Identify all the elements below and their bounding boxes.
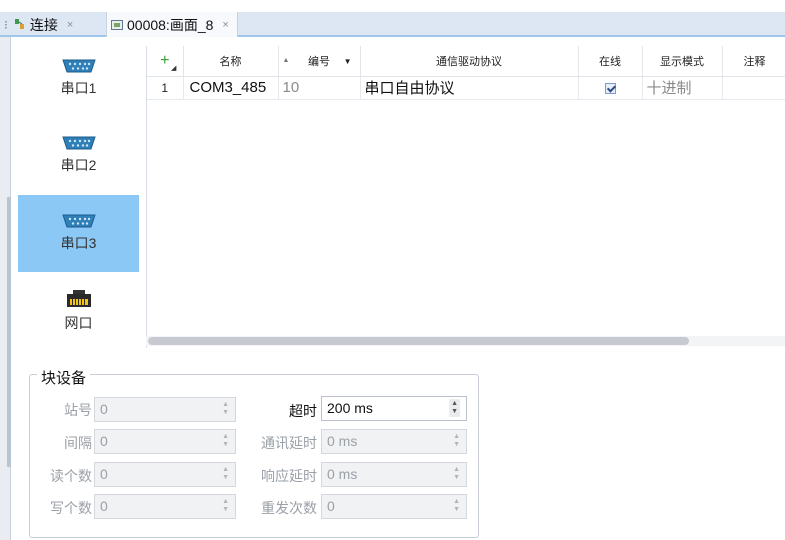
station-label: 站号 (64, 402, 92, 418)
spinner-arrows-icon: ▲ ▼ (222, 401, 229, 416)
comm-delay-field: 0 ms ▲ ▼ (321, 429, 467, 454)
write-count-label: 写个数 (50, 500, 92, 516)
spinner-arrows-icon: ▲ ▼ (453, 433, 460, 448)
block-device-title: 块设备 (37, 367, 91, 388)
serial-port-icon (61, 214, 96, 228)
interval-label: 间隔 (64, 435, 92, 451)
cell-note[interactable] (722, 76, 785, 100)
sidebar-item-ethernet[interactable]: 网口 (18, 272, 139, 349)
spinner-arrows-icon[interactable]: ▲ ▼ (449, 399, 460, 417)
spinner-arrows-icon: ▲ ▼ (222, 498, 229, 513)
timeout-label: 超时 (289, 403, 317, 419)
spinner-arrows-icon: ▲ ▼ (222, 433, 229, 448)
plug-icon (14, 19, 24, 29)
timeout-value: 200 ms (327, 400, 373, 416)
online-checkbox[interactable] (604, 82, 616, 94)
interval-field: 0 ▲ ▼ (94, 429, 236, 454)
close-icon[interactable]: × (222, 19, 228, 31)
comm-delay-label: 通讯延时 (261, 435, 317, 451)
retry-count-value: 0 (327, 498, 335, 514)
tab-connection[interactable]: ⁝ 连接 × (4, 12, 73, 37)
timeout-input[interactable]: 200 ms ▲ ▼ (321, 396, 467, 421)
column-header-online[interactable]: 在线 (578, 46, 643, 77)
sidebar-item-label: 串口2 (60, 157, 97, 173)
ethernet-port-icon (66, 289, 91, 307)
sidebar-item-label: 串口3 (60, 235, 97, 251)
left-panel-edge (0, 37, 11, 540)
close-icon[interactable]: × (67, 19, 73, 31)
tab-connection-label: 连接 (29, 16, 58, 33)
spinner-arrows-icon: ▲ ▼ (453, 466, 460, 481)
drag-grip-icon[interactable]: ⁝ (4, 18, 8, 32)
add-device-button[interactable]: + ◢ (147, 46, 184, 77)
row-index: 1 (147, 76, 184, 100)
station-field: 0 ▲ ▼ (94, 397, 236, 422)
comm-delay-value: 0 ms (327, 433, 358, 449)
column-header-protocol[interactable]: 通信驱动协议 (360, 46, 579, 77)
interval-value: 0 (100, 433, 108, 449)
read-count-label: 读个数 (50, 468, 92, 484)
read-count-value: 0 (100, 466, 108, 482)
device-table: + ◢ 名称 ▲ 编号 ▼ 通信驱动协议 在线 显示模式 注释 1 COM3_4… (146, 46, 785, 348)
tab-strip: ⁝ 连接 × 00008:画面_8 × (0, 12, 785, 37)
table-header-row: + ◢ 名称 ▲ 编号 ▼ 通信驱动协议 在线 显示模式 注释 (147, 46, 785, 77)
splitter-bar[interactable] (7, 197, 11, 467)
response-delay-label: 响应延时 (261, 468, 317, 484)
write-count-value: 0 (100, 498, 108, 514)
sidebar-item-serial-2[interactable]: 串口2 (18, 117, 139, 194)
spinner-arrows-icon: ▲ ▼ (222, 466, 229, 481)
sidebar-item-serial-3[interactable]: 串口3 (18, 195, 139, 272)
sidebar-item-label: 网口 (64, 314, 93, 331)
cell-protocol[interactable]: 串口自由协议 (360, 76, 579, 100)
cell-display-mode[interactable]: 十进制 (642, 76, 723, 100)
retry-count-label: 重发次数 (261, 500, 317, 516)
sidebar-item-label: 串口1 (60, 80, 97, 96)
column-header-display-mode[interactable]: 显示模式 (642, 46, 723, 77)
port-sidebar: 串口1 串口2 串口3 网口 (18, 40, 139, 348)
column-header-number[interactable]: ▲ 编号 ▼ (278, 46, 361, 77)
response-delay-field: 0 ms ▲ ▼ (321, 462, 467, 487)
table-row[interactable]: 1 COM3_485 10 串口自由协议 十进制 (147, 76, 785, 100)
horizontal-scrollbar[interactable] (146, 336, 785, 346)
spinner-arrows-icon: ▲ ▼ (453, 498, 460, 513)
filter-dropdown-icon[interactable]: ▼ (344, 57, 352, 66)
dropdown-caret-icon[interactable]: ◢ (171, 64, 176, 72)
read-count-field: 0 ▲ ▼ (94, 462, 236, 487)
column-header-name[interactable]: 名称 (183, 46, 279, 77)
sort-ascending-icon: ▲ (282, 57, 290, 64)
cell-number[interactable]: 10 (278, 76, 361, 100)
sidebar-item-serial-1[interactable]: 串口1 (18, 40, 139, 117)
serial-port-icon (61, 59, 96, 73)
station-value: 0 (100, 401, 108, 417)
serial-port-icon (61, 136, 96, 150)
tab-screen-label: 00008:画面_8 (127, 16, 214, 33)
response-delay-value: 0 ms (327, 466, 358, 482)
column-header-note[interactable]: 注释 (722, 46, 785, 77)
screen-icon (111, 19, 123, 30)
cell-name[interactable]: COM3_485 (183, 76, 279, 100)
scrollbar-thumb[interactable] (148, 337, 689, 345)
retry-count-field: 0 ▲ ▼ (321, 494, 467, 519)
cell-online[interactable] (578, 76, 643, 100)
write-count-field: 0 ▲ ▼ (94, 494, 236, 519)
add-icon: + (160, 51, 170, 69)
tab-screen-8[interactable]: 00008:画面_8 × (106, 12, 238, 37)
